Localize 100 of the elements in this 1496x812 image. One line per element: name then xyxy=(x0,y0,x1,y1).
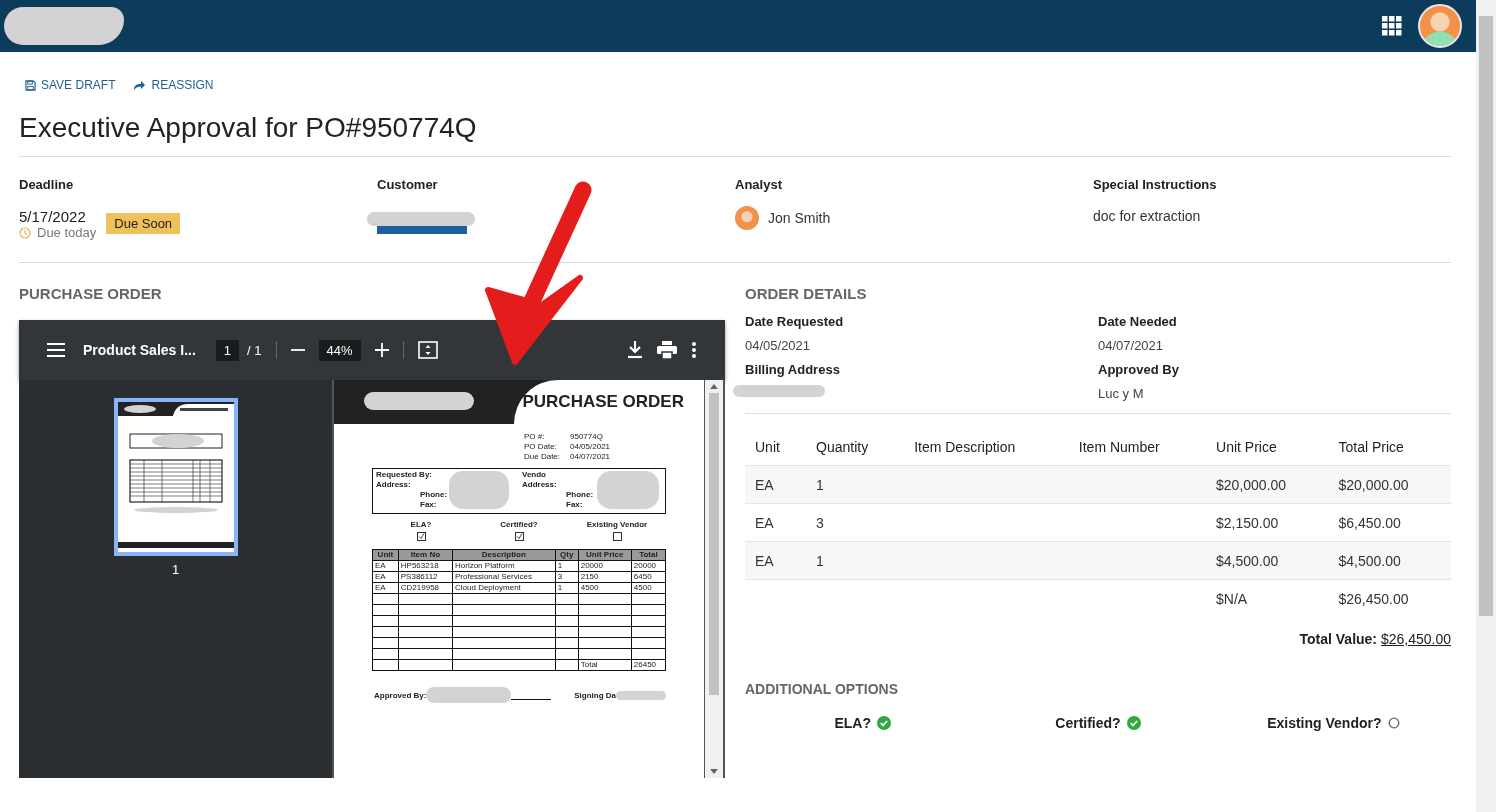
table-cell: EA xyxy=(755,476,774,493)
reassign-button[interactable]: REASSIGN xyxy=(133,78,214,92)
scroll-down-icon[interactable] xyxy=(710,769,718,774)
document-text: Total xyxy=(578,659,632,671)
document-text: Phone: xyxy=(420,490,449,500)
document-text: 20000 xyxy=(631,560,666,572)
column-header: Quantity xyxy=(806,429,905,466)
document-text: HP563218 xyxy=(398,560,453,572)
column-header: Total Price xyxy=(1328,429,1451,466)
document-text: Item No xyxy=(398,549,453,561)
table-cell: EA xyxy=(755,552,774,569)
table-cell: 1 xyxy=(816,476,824,493)
document-text: EA xyxy=(372,582,399,594)
document-text: 1 xyxy=(555,560,579,572)
menu-icon[interactable] xyxy=(47,343,65,357)
document-text: Qty xyxy=(555,549,579,561)
apps-grid-icon[interactable] xyxy=(1382,16,1402,36)
table-cell: $4,500.00 xyxy=(1216,552,1279,569)
table-cell: 1 xyxy=(816,552,824,569)
section-heading: ADDITIONAL OPTIONS xyxy=(745,681,899,697)
section-heading: PURCHASE ORDER xyxy=(19,285,163,302)
document-text: Professional Services xyxy=(452,571,556,583)
table-cell: $4,500.00 xyxy=(1338,552,1401,569)
document-text: PO #: xyxy=(524,432,546,442)
document-text: PO Date: xyxy=(524,442,558,452)
document-text: Vendo xyxy=(522,470,547,480)
document-text: EA xyxy=(372,571,399,583)
table-cell: $2,150.00 xyxy=(1216,514,1279,531)
document-text: Cloud Deployment xyxy=(452,582,556,594)
document-text: 04/05/2021 xyxy=(570,442,612,452)
document-text: Total xyxy=(631,549,666,561)
document-text: 6450 xyxy=(631,571,666,583)
field-label: Special Instructions xyxy=(1093,177,1218,192)
print-icon[interactable] xyxy=(657,341,677,359)
document-text: Address: xyxy=(376,480,412,490)
save-icon xyxy=(25,79,36,91)
scroll-up-icon[interactable] xyxy=(710,384,718,389)
document-text: Description xyxy=(452,549,556,561)
document-text: 1 xyxy=(555,582,579,594)
document-text: 950774Q xyxy=(570,432,604,442)
document-text: EA xyxy=(372,560,399,572)
page-number-field[interactable]: 1 xyxy=(215,339,240,361)
field-value: Luc y M xyxy=(1098,386,1145,401)
document-text: Unit xyxy=(372,549,399,561)
document-text: Horizon Platform xyxy=(452,560,556,572)
document-title: PURCHASE ORDER xyxy=(522,392,684,412)
user-avatar[interactable] xyxy=(1418,4,1462,48)
more-options-icon[interactable] xyxy=(691,341,697,359)
page-count: / 1 xyxy=(247,342,262,358)
field-value: 04/07/2021 xyxy=(1098,338,1165,353)
table-cell: EA xyxy=(755,514,774,531)
document-text: Approved By: xyxy=(374,690,427,700)
clock-icon xyxy=(19,226,31,239)
deadline-date: 5/17/2022 xyxy=(19,208,87,225)
analyst-name: Jon Smith xyxy=(768,210,831,226)
document-text: Fax: xyxy=(566,500,584,510)
field-label: Date Needed xyxy=(1098,314,1178,329)
option-label: ELA? xyxy=(834,715,871,731)
document-text: Phone: xyxy=(566,490,595,500)
option-label: Certified? xyxy=(1055,715,1121,731)
zoom-field[interactable]: 44% xyxy=(318,339,361,361)
document-text: Requested By: xyxy=(376,470,433,480)
option-label: Existing Vendor? xyxy=(1267,715,1382,731)
document-text: 04/07/2021 xyxy=(570,452,612,462)
zoom-in-icon[interactable] xyxy=(374,343,389,357)
field-value: doc for extraction xyxy=(1093,208,1202,224)
document-text: Signing Da xyxy=(574,690,616,700)
document-text: Unit Price xyxy=(578,549,632,561)
file-name: Product Sales I... xyxy=(83,342,196,358)
document-text: 4500 xyxy=(578,582,632,594)
scrollbar[interactable] xyxy=(705,380,723,778)
document-text: Due Date: xyxy=(524,452,562,462)
total-label: Total Value: xyxy=(1299,631,1378,647)
download-icon[interactable] xyxy=(627,341,643,359)
status-badge: Due Soon xyxy=(106,213,181,234)
redaction-mark xyxy=(449,471,509,509)
table-cell: $6,450.00 xyxy=(1338,514,1401,531)
table-cell: 3 xyxy=(816,514,824,531)
share-arrow-icon xyxy=(133,79,147,91)
column-header: Item Description xyxy=(904,429,1069,466)
analyst-avatar xyxy=(735,206,759,230)
document-text: 4500 xyxy=(631,582,666,594)
document-text: 3 xyxy=(555,571,579,583)
field-label: Analyst xyxy=(735,177,783,192)
total-value-link[interactable]: $26,450.00 xyxy=(1380,631,1451,647)
table-cell: $N/A xyxy=(1216,590,1248,607)
table-cell: $20,000.00 xyxy=(1338,476,1409,493)
field-label: Approved By xyxy=(1098,362,1180,377)
field-label: Billing Address xyxy=(745,362,841,377)
document-text: 26450 xyxy=(631,659,666,671)
fit-page-icon[interactable] xyxy=(417,341,438,359)
document-text: Fax: xyxy=(420,500,438,510)
document-text: Address: xyxy=(522,480,558,490)
save-draft-button[interactable]: SAVE DRAFT xyxy=(25,78,116,92)
document-text: PS386112 xyxy=(398,571,453,583)
column-header: Item Number xyxy=(1068,429,1207,466)
due-note: Due today xyxy=(37,225,97,240)
document-text: CD219958 xyxy=(398,582,453,594)
column-header: Unit Price xyxy=(1206,429,1329,466)
scrollbar[interactable] xyxy=(1476,0,1496,812)
